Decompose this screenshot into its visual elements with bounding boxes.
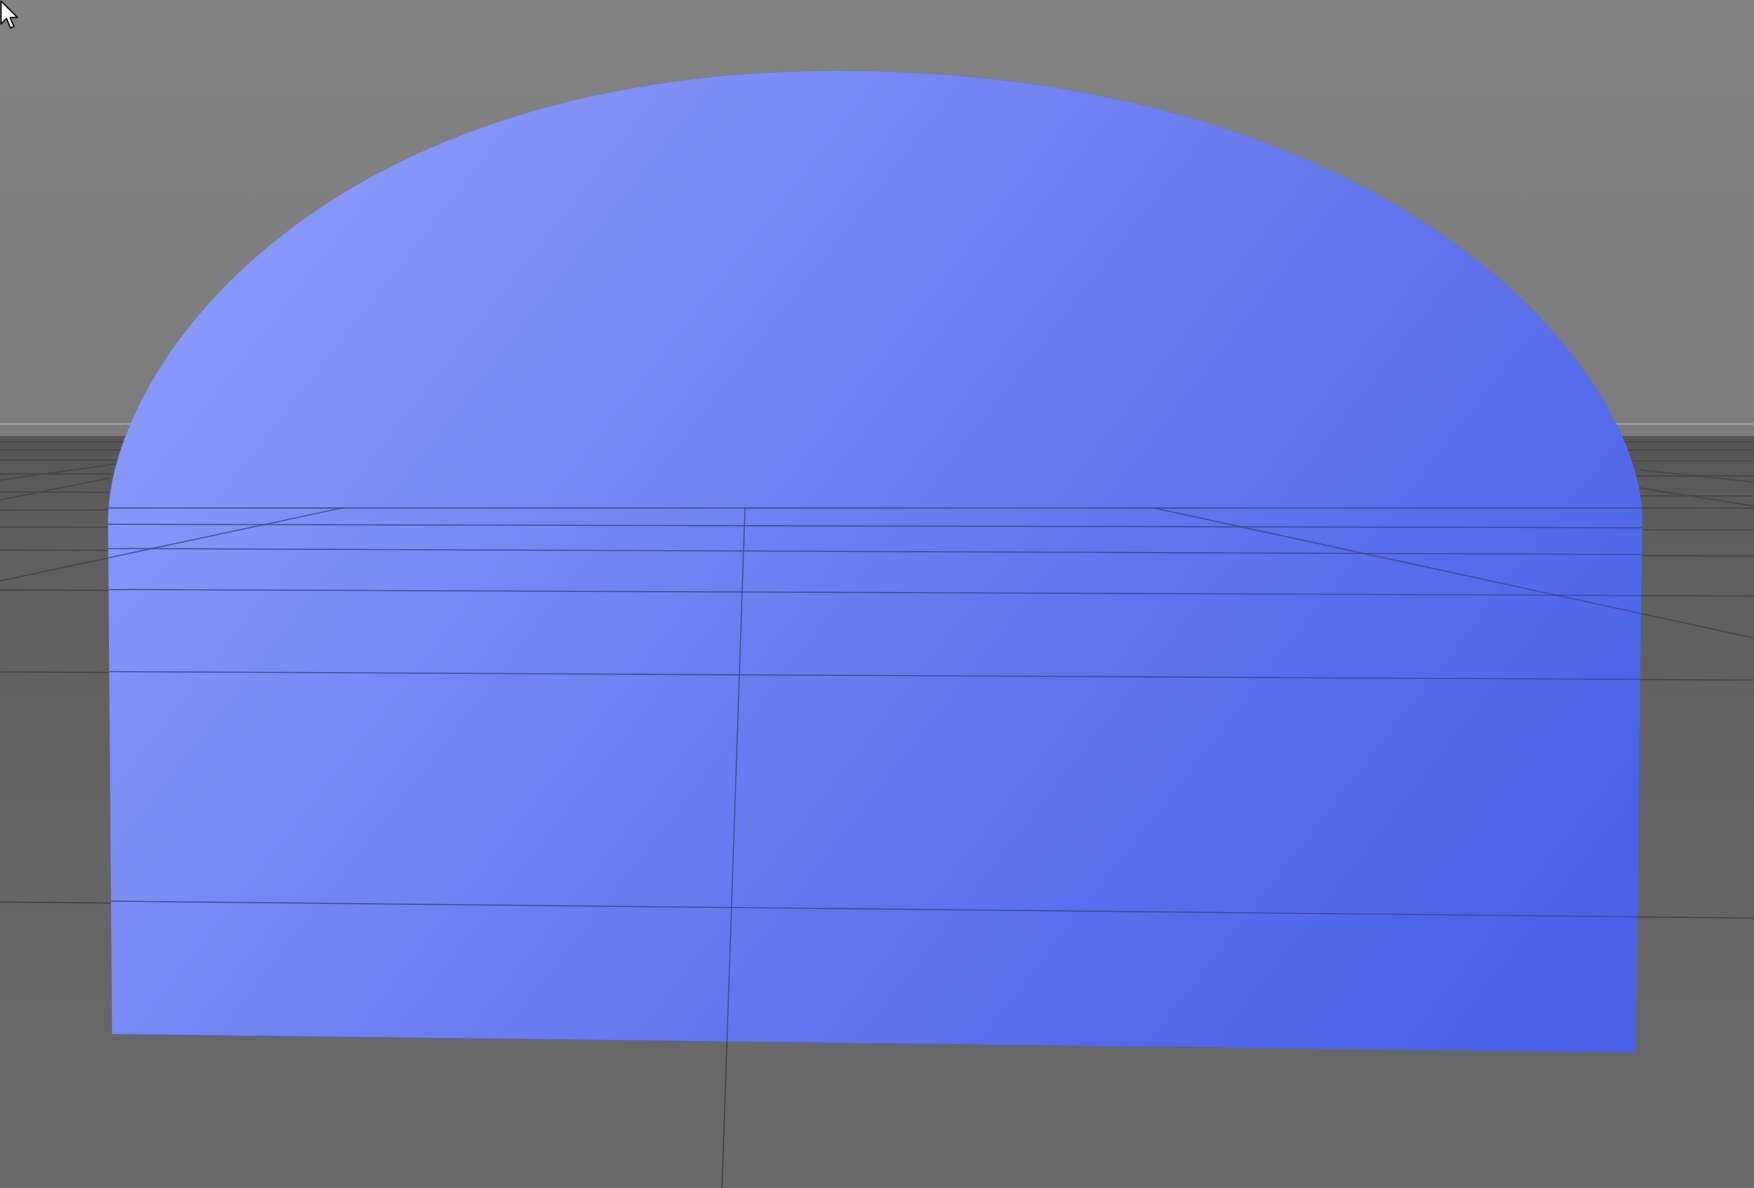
viewport-scene (0, 0, 1754, 1188)
arrow-pointer-icon (0, 0, 19, 29)
3d-viewport[interactable] (0, 0, 1754, 1188)
